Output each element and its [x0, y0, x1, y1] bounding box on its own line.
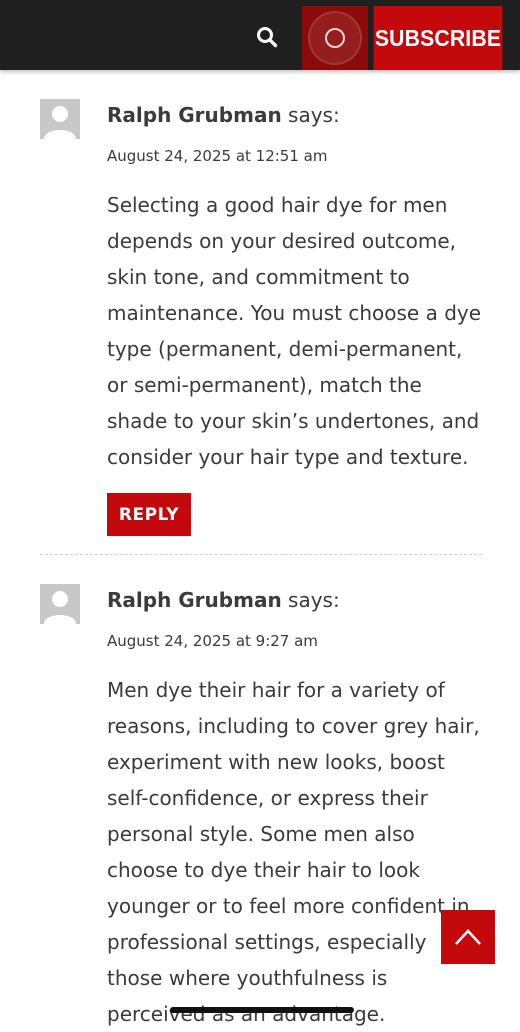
reply-button[interactable]: REPLY: [107, 493, 191, 536]
says-label: says:: [288, 588, 340, 612]
avatar: [40, 584, 80, 624]
home-indicator: [170, 1007, 354, 1013]
comment-author-line: Ralph Grubman says:: [107, 588, 340, 612]
avatar: [40, 99, 80, 139]
comment-author-line: Ralph Grubman says:: [107, 103, 340, 127]
live-circle-icon: [308, 11, 362, 65]
says-label: says:: [288, 103, 340, 127]
comment-text: Men dye their hair for a variety of reas…: [107, 678, 480, 1026]
comment-separator: [40, 554, 482, 555]
search-icon: [257, 27, 278, 48]
user-avatar-icon: [40, 99, 80, 139]
subscribe-button[interactable]: SUBSCRIBE: [373, 6, 503, 70]
comment-date[interactable]: August 24, 2025 at 9:27 am: [107, 632, 318, 650]
comment-author[interactable]: Ralph Grubman: [107, 103, 282, 127]
comment-author[interactable]: Ralph Grubman: [107, 588, 282, 612]
comment-text: Selecting a good hair dye for men depend…: [107, 193, 482, 469]
user-avatar-icon: [40, 584, 80, 624]
subscribe-label: SUBSCRIBE: [374, 24, 502, 51]
scroll-to-top-button[interactable]: [441, 910, 495, 964]
search-button[interactable]: [252, 22, 282, 52]
top-bar: SUBSCRIBE: [0, 0, 520, 70]
comment: Ralph Grubman says: August 24, 2025 at 9…: [40, 584, 482, 1026]
live-button[interactable]: [302, 6, 368, 70]
comment: Ralph Grubman says: August 24, 2025 at 1…: [40, 99, 482, 539]
chevron-up-icon: [455, 929, 481, 945]
comment-date[interactable]: August 24, 2025 at 12:51 am: [107, 147, 327, 165]
